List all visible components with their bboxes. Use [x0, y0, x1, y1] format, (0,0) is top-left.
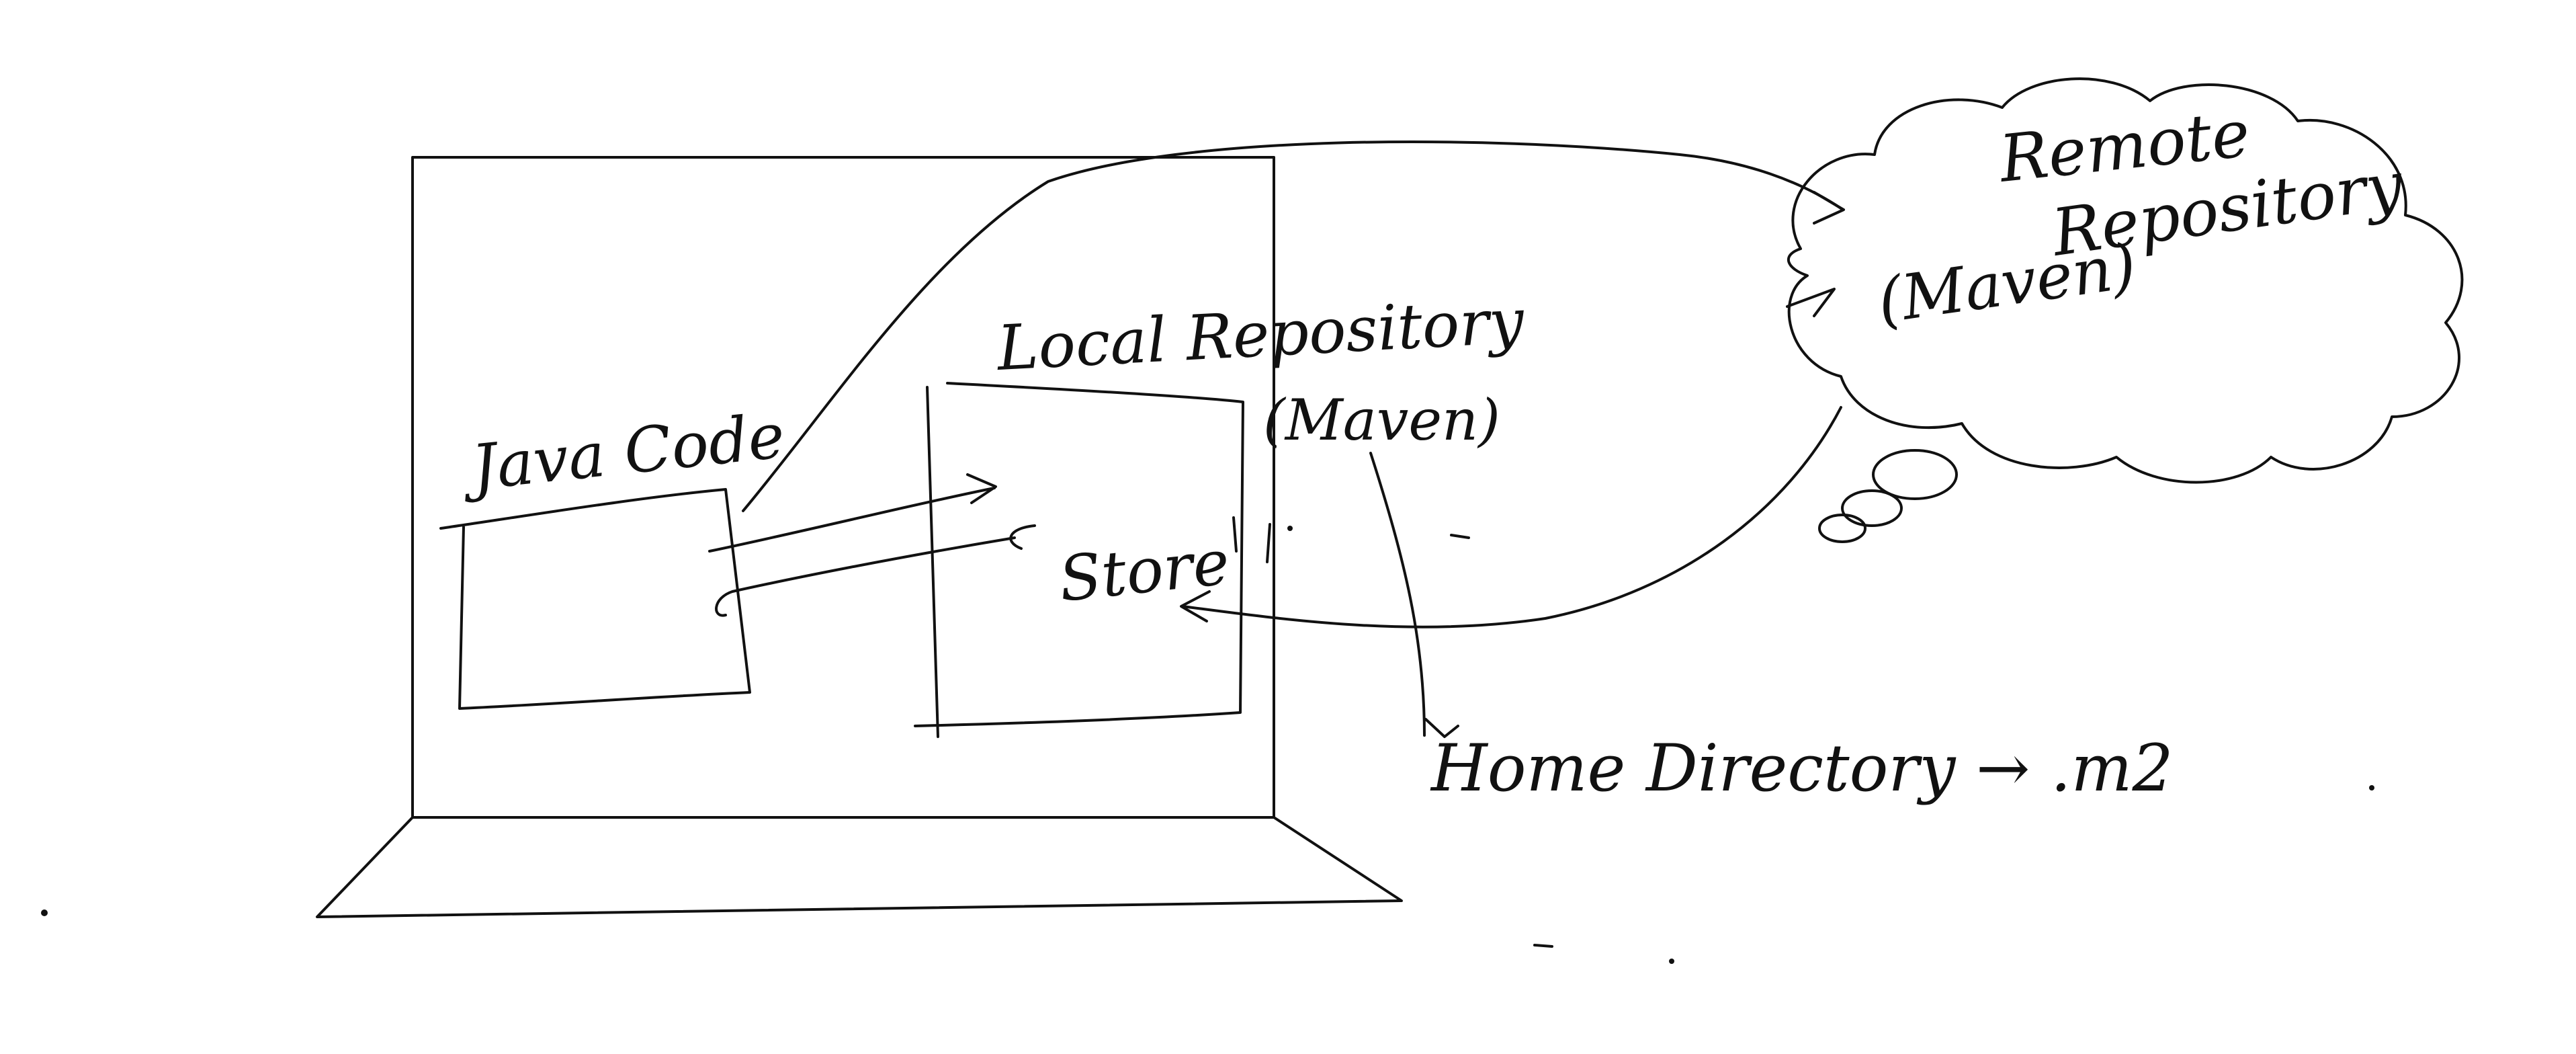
java-code-label: Java Code: [458, 400, 787, 505]
stray-mark: [1450, 534, 1470, 539]
local-repository-label: Local Repository: [994, 285, 1527, 384]
stray-dot: [1669, 959, 1674, 964]
cloud-inlet-arrow: [1786, 288, 1836, 317]
store-label: Store: [1056, 526, 1233, 616]
local-repository-left-edge: [926, 386, 939, 738]
java-code-box: [439, 488, 751, 710]
stray-mark: [1266, 523, 1271, 563]
thought-bubble-medium: [1841, 489, 1903, 527]
stray-dot: [1287, 526, 1293, 531]
stray-dot: [41, 909, 48, 916]
local-maven-label: (Maven): [1263, 387, 1500, 453]
stray-mark: [1232, 516, 1238, 553]
arrow-maven-to-home: [1369, 452, 1426, 737]
whiteboard-canvas: Java Code Local Repository (Maven) Store…: [0, 0, 2576, 1054]
stray-mark: [1533, 944, 1553, 948]
remote-maven-label: (Maven): [1873, 230, 2141, 337]
thought-bubble-small: [1818, 514, 1866, 543]
home-directory-label: Home Directory → .m2: [1430, 731, 2174, 806]
curve-java-to-remote-head: [1813, 191, 1845, 225]
arrow-java-to-local: [708, 487, 996, 553]
stray-dot: [2369, 785, 2374, 790]
arrow-store-to-java: [715, 536, 1016, 617]
maven-diagram: Java Code Local Repository (Maven) Store…: [41, 77, 2464, 964]
arrow-java-to-local-head: [966, 473, 997, 504]
laptop-base: [316, 816, 1403, 918]
